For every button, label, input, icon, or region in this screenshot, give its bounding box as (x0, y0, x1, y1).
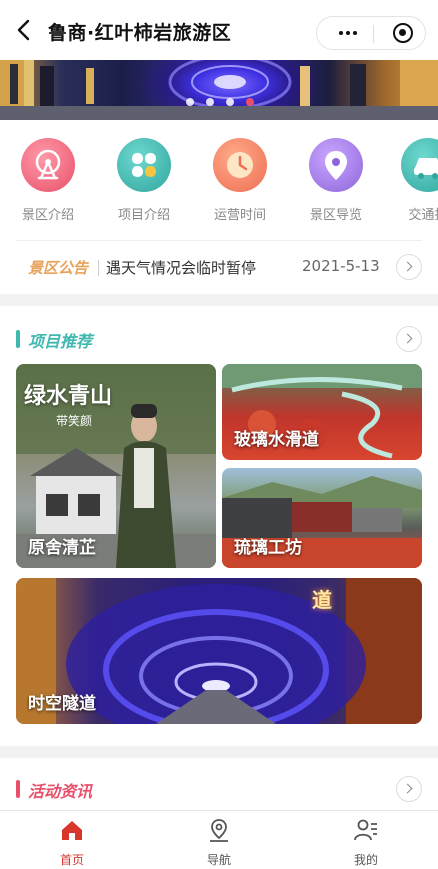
quick-nav-label: 交通指 (408, 208, 438, 223)
capsule-divider (373, 25, 374, 43)
banner-dot-active[interactable] (246, 98, 254, 106)
quick-nav-label: 运营时间 (213, 208, 266, 223)
projects-section: 项目推荐 绿水青山 带笑颜 原舍清芷 玻璃水滑道 琉璃工坊 道 时空隧道 (0, 306, 438, 746)
quick-nav-list: 景区介绍 项目介绍 运营时间 景区导览 交通 (0, 138, 438, 228)
tunnel-sign-text: 道 (312, 588, 332, 612)
project-tile-yuanshe[interactable]: 绿水青山 带笑颜 原舍清芷 (16, 364, 216, 568)
section-accent-bar (16, 330, 20, 348)
notice-bar[interactable]: 景区公告 遇天气情况会临时暂停 2021-5-13 (0, 250, 438, 284)
activities-more-button[interactable] (396, 776, 422, 802)
close-target-icon[interactable] (393, 23, 413, 43)
banner-dot[interactable] (186, 98, 194, 106)
quick-nav-scenic-guide[interactable]: 景区导览 (296, 138, 376, 223)
tile-overlay-text: 绿水青山 (24, 383, 113, 409)
project-tile-glass-workshop[interactable]: 琉璃工坊 (222, 468, 422, 568)
back-arrow-icon[interactable] (14, 18, 36, 42)
tab-label: 导航 (206, 853, 231, 867)
projects-more-button[interactable] (396, 326, 422, 352)
quick-nav-label: 项目介绍 (117, 208, 170, 223)
quick-nav-operating-hours[interactable]: 运营时间 (200, 138, 280, 223)
hero-banner[interactable] (0, 60, 438, 120)
tunnel-image (0, 60, 438, 120)
ferris-wheel-icon (21, 138, 75, 192)
notice-date: 2021-5-13 (302, 257, 380, 275)
project-label: 琉璃工坊 (234, 538, 302, 558)
section-title: 项目推荐 (28, 332, 93, 351)
divider (16, 240, 422, 241)
more-icon[interactable] (339, 31, 343, 35)
location-icon (210, 819, 228, 842)
mini-program-capsule (316, 16, 426, 50)
quick-nav-label: 景区导览 (309, 208, 362, 223)
user-list-icon (354, 819, 377, 841)
notice-text: 遇天气情况会临时暂停 (106, 259, 257, 277)
project-label: 玻璃水滑道 (234, 430, 319, 450)
tab-navigation[interactable]: 导航 (179, 817, 259, 868)
bottom-tab-bar: 首页 导航 我的 (0, 810, 438, 869)
tab-label: 我的 (353, 853, 378, 867)
notice-divider (98, 260, 99, 276)
clover-icon (117, 138, 171, 192)
page-title: 鲁商·红叶柿岩旅游区 (48, 22, 232, 44)
notice-more-button[interactable] (396, 254, 422, 280)
quick-nav-project-intro[interactable]: 项目介绍 (104, 138, 184, 223)
car-icon (401, 138, 438, 192)
quick-nav-card: 景区介绍 项目介绍 运营时间 景区导览 交通 景区公告 遇天气情况会临时暂停 2… (0, 120, 438, 294)
clock-icon (213, 138, 267, 192)
banner-dot[interactable] (206, 98, 214, 106)
section-accent-bar (16, 780, 20, 798)
quick-nav-transport[interactable]: 交通指 (388, 138, 438, 223)
quick-nav-label: 景区介绍 (21, 208, 74, 223)
project-tile-time-tunnel[interactable]: 道 时空隧道 (16, 578, 422, 724)
tab-home[interactable]: 首页 (32, 817, 112, 868)
notice-tag: 景区公告 (28, 259, 89, 277)
activities-section: 活动资讯 (0, 758, 438, 810)
project-tile-glass-slide[interactable]: 玻璃水滑道 (222, 364, 422, 460)
tab-label: 首页 (59, 853, 84, 867)
home-icon (62, 821, 82, 840)
project-label: 原舍清芷 (28, 538, 96, 558)
tile-overlay-subtext: 带笑颜 (56, 414, 93, 428)
tab-profile[interactable]: 我的 (326, 817, 406, 868)
quick-nav-scenic-intro[interactable]: 景区介绍 (8, 138, 88, 223)
project-label: 时空隧道 (28, 694, 96, 714)
map-pin-icon (309, 138, 363, 192)
top-bar: 鲁商·红叶柿岩旅游区 (0, 0, 438, 60)
banner-dot[interactable] (226, 98, 234, 106)
section-title: 活动资讯 (28, 782, 93, 801)
